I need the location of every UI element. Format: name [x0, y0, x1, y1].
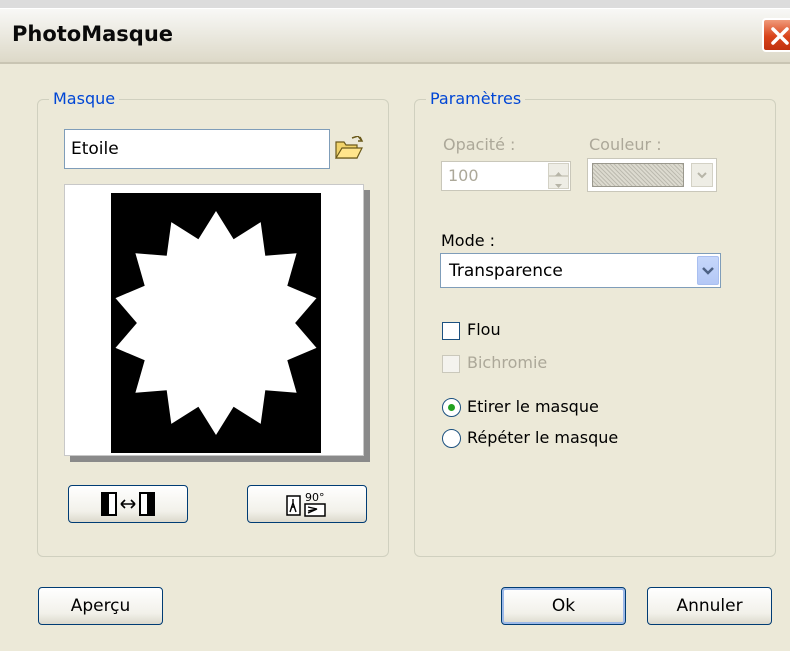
opacity-value: 100 — [448, 166, 479, 185]
opacity-spin[interactable] — [548, 163, 569, 189]
close-icon — [771, 27, 789, 45]
radio-repeat-label[interactable]: Répéter le masque — [467, 428, 618, 447]
preview-button[interactable]: Aperçu — [38, 587, 163, 625]
color-dropdown-arrow[interactable] — [691, 163, 713, 187]
masque-legend: Masque — [49, 89, 120, 108]
color-swatch — [592, 163, 684, 187]
opacity-stepper[interactable]: 100 — [441, 161, 571, 191]
flip-horizontal-icon — [101, 492, 155, 516]
flou-label[interactable]: Flou — [467, 320, 501, 339]
opacity-label: Opacité : — [443, 135, 516, 154]
chevron-down-icon — [702, 267, 714, 275]
chevron-down-icon — [697, 172, 707, 179]
cancel-button[interactable]: Annuler — [647, 587, 772, 625]
window-title: PhotoMasque — [12, 22, 174, 46]
close-button[interactable] — [762, 18, 790, 52]
mode-dropdown-button[interactable] — [697, 256, 719, 285]
color-picker[interactable] — [587, 158, 717, 192]
preview-paper — [64, 184, 364, 456]
radio-selected-dot — [448, 404, 455, 411]
spin-up-icon[interactable] — [548, 163, 569, 176]
bichromie-label: Bichromie — [467, 353, 548, 372]
flip-horizontal-button[interactable] — [68, 485, 188, 523]
rotate-90-button[interactable]: 90° — [247, 485, 367, 523]
star-shape — [115, 211, 317, 435]
flou-checkbox[interactable] — [442, 322, 460, 340]
ok-button[interactable]: Ok — [501, 587, 626, 625]
rotate-90-icon: 90° — [286, 491, 326, 517]
mode-label: Mode : — [441, 231, 496, 250]
title-separator — [0, 62, 790, 64]
open-folder-icon[interactable] — [334, 136, 364, 162]
spin-down-icon[interactable] — [548, 176, 569, 189]
mask-image — [111, 193, 321, 453]
radio-stretch-mask[interactable] — [442, 398, 461, 417]
mode-value: Transparence — [449, 261, 563, 281]
radio-repeat-mask[interactable] — [442, 429, 461, 448]
rotate-90-label: 90° — [305, 491, 325, 504]
bichromie-checkbox[interactable] — [442, 355, 460, 373]
mask-preview — [64, 184, 370, 462]
color-label: Couleur : — [589, 135, 662, 154]
title-bar: PhotoMasque — [0, 0, 790, 62]
parametres-legend: Paramètres — [426, 89, 526, 108]
radio-stretch-label[interactable]: Etirer le masque — [467, 397, 599, 416]
mode-select[interactable]: Transparence — [440, 253, 721, 288]
mask-name-field[interactable]: Etoile — [64, 129, 330, 169]
